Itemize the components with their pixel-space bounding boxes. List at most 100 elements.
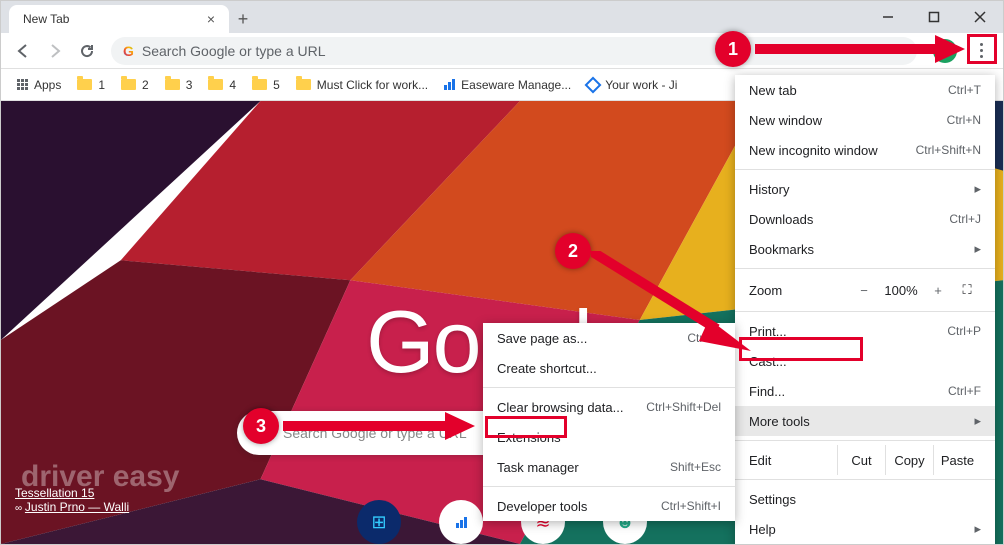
menu-new-tab[interactable]: New tab Ctrl+T bbox=[735, 75, 995, 105]
wallpaper-title[interactable]: Tessellation 15 bbox=[15, 486, 94, 500]
copy-button[interactable]: Copy bbox=[885, 445, 933, 475]
menu-label: Settings bbox=[749, 492, 796, 507]
folder-icon bbox=[208, 79, 223, 90]
menu-shortcut: Ctrl+T bbox=[948, 83, 981, 97]
folder-icon bbox=[296, 79, 311, 90]
menu-label: Extensions bbox=[497, 430, 561, 445]
menu-history[interactable]: History▸ bbox=[735, 174, 995, 204]
bookmark-folder[interactable]: Must Click for work... bbox=[290, 74, 434, 96]
folder-label: 1 bbox=[98, 78, 105, 92]
menu-cast[interactable]: Cast... bbox=[735, 346, 995, 376]
menu-label: Task manager bbox=[497, 460, 579, 475]
menu-shortcut: Ctrl+F bbox=[948, 384, 981, 398]
chevron-right-icon: ▸ bbox=[974, 241, 981, 257]
chevron-right-icon: ▸ bbox=[974, 413, 981, 429]
bookmark-folder[interactable]: 2 bbox=[115, 74, 155, 96]
google-g-icon: G bbox=[123, 43, 134, 59]
bookmark-item[interactable]: Your work - Ji bbox=[581, 74, 683, 96]
edit-label: Edit bbox=[749, 453, 837, 468]
zoom-in-button[interactable]: + bbox=[923, 283, 953, 298]
toolbar: G Search Google or type a URL S bbox=[1, 33, 1003, 69]
omnibox[interactable]: G Search Google or type a URL bbox=[111, 37, 917, 65]
apps-button[interactable]: Apps bbox=[11, 74, 67, 96]
menu-label: Cast... bbox=[749, 354, 787, 369]
tab-new-tab[interactable]: New Tab × bbox=[9, 5, 229, 33]
chevron-right-icon: ▸ bbox=[974, 521, 981, 537]
menu-settings[interactable]: Settings bbox=[735, 484, 995, 514]
folder-label: 5 bbox=[273, 78, 280, 92]
maximize-button[interactable] bbox=[911, 1, 957, 33]
zoom-value: 100% bbox=[879, 283, 923, 298]
close-window-button[interactable] bbox=[957, 1, 1003, 33]
folder-icon bbox=[77, 79, 92, 90]
menu-new-incognito[interactable]: New incognito window Ctrl+Shift+N bbox=[735, 135, 995, 165]
apps-label: Apps bbox=[34, 78, 61, 92]
menu-label: Create shortcut... bbox=[497, 361, 597, 376]
cut-button[interactable]: Cut bbox=[837, 445, 885, 475]
profile-initial: S bbox=[941, 44, 949, 58]
menu-label: Downloads bbox=[749, 212, 813, 227]
menu-more-tools[interactable]: More tools ▸ bbox=[735, 406, 995, 436]
menu-shortcut: Shift+Esc bbox=[670, 460, 721, 474]
bookmark-folder[interactable]: 4 bbox=[202, 74, 242, 96]
menu-label: New incognito window bbox=[749, 143, 878, 158]
menu-find[interactable]: Find...Ctrl+F bbox=[735, 376, 995, 406]
bookmark-item[interactable]: Easeware Manage... bbox=[438, 74, 577, 96]
paste-button[interactable]: Paste bbox=[933, 445, 981, 475]
new-tab-button[interactable]: + bbox=[229, 5, 257, 33]
bookmark-folder[interactable]: 3 bbox=[159, 74, 199, 96]
folder-icon bbox=[121, 79, 136, 90]
bookmark-label: Your work - Ji bbox=[605, 78, 677, 92]
submenu-create-shortcut[interactable]: Create shortcut... bbox=[483, 353, 735, 383]
submenu-clear-browsing[interactable]: Clear browsing data...Ctrl+Shift+Del bbox=[483, 392, 735, 422]
menu-shortcut: Ctrl+J bbox=[949, 212, 981, 226]
menu-label: More tools bbox=[749, 414, 810, 429]
chrome-menu-button[interactable] bbox=[967, 37, 995, 65]
apps-icon bbox=[17, 79, 28, 90]
wallpaper-author[interactable]: Justin Prno — Walli bbox=[25, 500, 129, 514]
profile-avatar[interactable]: S bbox=[933, 39, 957, 63]
menu-label: Developer tools bbox=[497, 499, 587, 514]
menu-help[interactable]: Help ▸ bbox=[735, 514, 995, 544]
menu-label: Clear browsing data... bbox=[497, 400, 623, 415]
menu-bookmarks[interactable]: Bookmarks ▸ bbox=[735, 234, 995, 264]
menu-label: New window bbox=[749, 113, 822, 128]
submenu-task-manager[interactable]: Task manager Shift+Esc bbox=[483, 452, 735, 482]
shortcut-item[interactable]: ⊞ bbox=[357, 500, 401, 544]
menu-shortcut: Ctrl+Shift+N bbox=[916, 143, 981, 157]
close-tab-icon[interactable]: × bbox=[207, 11, 215, 27]
folder-label: 4 bbox=[229, 78, 236, 92]
wallpaper-credit: Tessellation 15 ∞ Justin Prno — Walli bbox=[15, 486, 129, 514]
forward-button[interactable] bbox=[41, 37, 69, 65]
menu-downloads[interactable]: Downloads Ctrl+J bbox=[735, 204, 995, 234]
menu-new-window[interactable]: New window Ctrl+N bbox=[735, 105, 995, 135]
submenu-save-page[interactable]: Save page as...Ctrl+S bbox=[483, 323, 735, 353]
submenu-dev-tools[interactable]: Developer toolsCtrl+Shift+I bbox=[483, 491, 735, 521]
folder-label: 3 bbox=[186, 78, 193, 92]
zoom-out-button[interactable]: − bbox=[849, 283, 879, 298]
shortcut-item[interactable] bbox=[439, 500, 483, 544]
menu-label: New tab bbox=[749, 83, 797, 98]
reload-button[interactable] bbox=[73, 37, 101, 65]
menu-shortcut: Ctrl+N bbox=[947, 113, 981, 127]
minimize-button[interactable] bbox=[865, 1, 911, 33]
menu-print[interactable]: Print...Ctrl+P bbox=[735, 316, 995, 346]
chrome-main-menu: New tab Ctrl+T New window Ctrl+N New incog… bbox=[735, 75, 995, 545]
back-button[interactable] bbox=[9, 37, 37, 65]
bookmark-folder[interactable]: 5 bbox=[246, 74, 286, 96]
bookmark-folder[interactable]: 1 bbox=[71, 74, 111, 96]
menu-label: Help bbox=[749, 522, 776, 537]
chevron-right-icon: ▸ bbox=[974, 181, 981, 197]
bookmark-label: Easeware Manage... bbox=[461, 78, 571, 92]
menu-label: Print... bbox=[749, 324, 787, 339]
diamond-icon bbox=[585, 76, 602, 93]
fullscreen-button[interactable]: ⛶ bbox=[953, 282, 981, 298]
tab-strip: New Tab × + bbox=[1, 1, 1003, 33]
submenu-extensions[interactable]: Extensions bbox=[483, 422, 735, 452]
window-controls bbox=[865, 1, 1003, 33]
annotation-step-2: 2 bbox=[555, 233, 591, 269]
menu-label: Bookmarks bbox=[749, 242, 814, 257]
more-tools-submenu: Save page as...Ctrl+S Create shortcut...… bbox=[483, 323, 735, 521]
browser-window: New Tab × + G Search Google or type a UR… bbox=[0, 0, 1004, 545]
annotation-step-1: 1 bbox=[715, 31, 751, 67]
